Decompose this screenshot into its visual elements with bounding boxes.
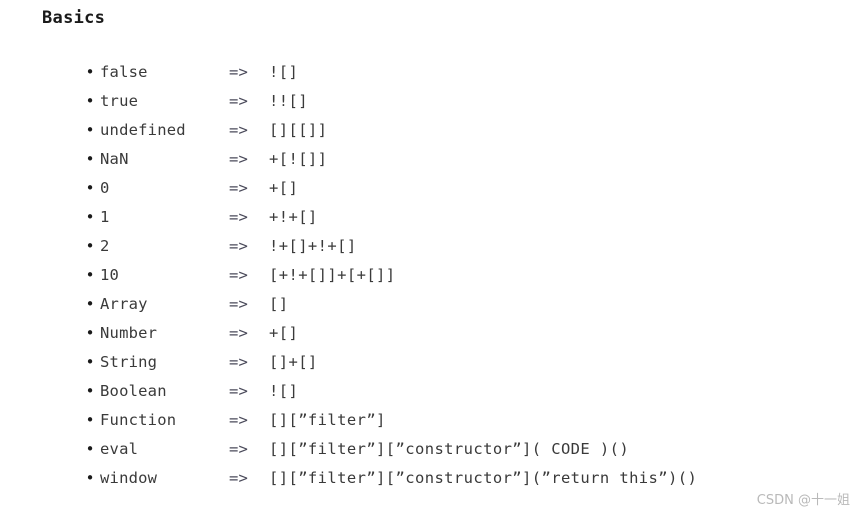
bullet-icon: • bbox=[85, 324, 95, 342]
bullet-icon: • bbox=[85, 353, 95, 371]
jsfuck-mapping-list: • false => ![] • true => !![] • undefined => [][[]]… bbox=[0, 58, 868, 493]
bullet-icon: • bbox=[85, 121, 95, 139]
expression-value: [][[]] bbox=[269, 121, 328, 139]
expression-name: undefined bbox=[100, 121, 186, 139]
list-item: • NaN => +[![]] bbox=[0, 145, 868, 174]
bullet-icon: • bbox=[85, 469, 95, 487]
expression-name: eval bbox=[100, 440, 139, 458]
arrow-icon: => bbox=[229, 411, 249, 429]
arrow-icon: => bbox=[229, 92, 249, 110]
list-item: • eval => [][”filter”][”constructor”]( CODE… bbox=[0, 435, 868, 464]
expression-value: +[![]] bbox=[269, 150, 328, 168]
expression-name: 10 bbox=[100, 266, 120, 284]
arrow-icon: => bbox=[229, 353, 249, 371]
list-item: • Function => [][”filter”] bbox=[0, 406, 868, 435]
expression-name: Number bbox=[100, 324, 158, 342]
expression-value: +!+[] bbox=[269, 208, 318, 226]
expression-name: window bbox=[100, 469, 158, 487]
expression-value: ![] bbox=[269, 382, 299, 400]
expression-value: [] bbox=[269, 295, 289, 313]
bullet-icon: • bbox=[85, 295, 95, 313]
arrow-icon: => bbox=[229, 266, 249, 284]
expression-value: +[] bbox=[269, 324, 299, 342]
arrow-icon: => bbox=[229, 237, 249, 255]
bullet-icon: • bbox=[85, 208, 95, 226]
arrow-icon: => bbox=[229, 208, 249, 226]
arrow-icon: => bbox=[229, 121, 249, 139]
expression-value: !+[]+!+[] bbox=[269, 237, 357, 255]
watermark: CSDN @十一姐 bbox=[756, 493, 850, 508]
bullet-icon: • bbox=[85, 179, 95, 197]
expression-value: [+!+[]]+[+[]] bbox=[269, 266, 396, 284]
bullet-icon: • bbox=[85, 63, 95, 81]
arrow-icon: => bbox=[229, 440, 249, 458]
arrow-icon: => bbox=[229, 295, 249, 313]
bullet-icon: • bbox=[85, 440, 95, 458]
expression-name: 2 bbox=[100, 237, 110, 255]
list-item: • true => !![] bbox=[0, 87, 868, 116]
expression-name: Function bbox=[100, 411, 177, 429]
expression-value: [][”filter”][”constructor”]( CODE )() bbox=[269, 440, 630, 458]
list-item: • 1 => +!+[] bbox=[0, 203, 868, 232]
expression-name: true bbox=[100, 92, 139, 110]
bullet-icon: • bbox=[85, 411, 95, 429]
list-item: • String => []+[] bbox=[0, 348, 868, 377]
document-page: Basics • false => ![] • true => !![] • undefined =… bbox=[0, 0, 868, 514]
list-item: • undefined => [][[]] bbox=[0, 116, 868, 145]
list-item: • window => [][”filter”][”constructor”](”re… bbox=[0, 464, 868, 493]
expression-value: ![] bbox=[269, 63, 299, 81]
arrow-icon: => bbox=[229, 324, 249, 342]
bullet-icon: • bbox=[85, 150, 95, 168]
list-item: • Array => [] bbox=[0, 290, 868, 319]
expression-value: [][”filter”][”constructor”](”return this… bbox=[269, 469, 698, 487]
bullet-icon: • bbox=[85, 266, 95, 284]
expression-name: false bbox=[100, 63, 148, 81]
list-item: • 10 => [+!+[]]+[+[]] bbox=[0, 261, 868, 290]
list-item: • Number => +[] bbox=[0, 319, 868, 348]
bullet-icon: • bbox=[85, 382, 95, 400]
expression-value: +[] bbox=[269, 179, 299, 197]
expression-name: NaN bbox=[100, 150, 129, 168]
expression-name: 1 bbox=[100, 208, 110, 226]
list-item: • Boolean => ![] bbox=[0, 377, 868, 406]
list-item: • false => ![] bbox=[0, 58, 868, 87]
expression-name: 0 bbox=[100, 179, 110, 197]
arrow-icon: => bbox=[229, 63, 249, 81]
expression-value: [][”filter”] bbox=[269, 411, 386, 429]
arrow-icon: => bbox=[229, 382, 249, 400]
expression-value: []+[] bbox=[269, 353, 318, 371]
expression-name: String bbox=[100, 353, 158, 371]
list-item: • 0 => +[] bbox=[0, 174, 868, 203]
list-item: • 2 => !+[]+!+[] bbox=[0, 232, 868, 261]
arrow-icon: => bbox=[229, 469, 249, 487]
expression-value: !![] bbox=[269, 92, 308, 110]
bullet-icon: • bbox=[85, 237, 95, 255]
bullet-icon: • bbox=[85, 92, 95, 110]
arrow-icon: => bbox=[229, 150, 249, 168]
expression-name: Boolean bbox=[100, 382, 167, 400]
expression-name: Array bbox=[100, 295, 148, 313]
arrow-icon: => bbox=[229, 179, 249, 197]
page-title: Basics bbox=[42, 8, 106, 28]
